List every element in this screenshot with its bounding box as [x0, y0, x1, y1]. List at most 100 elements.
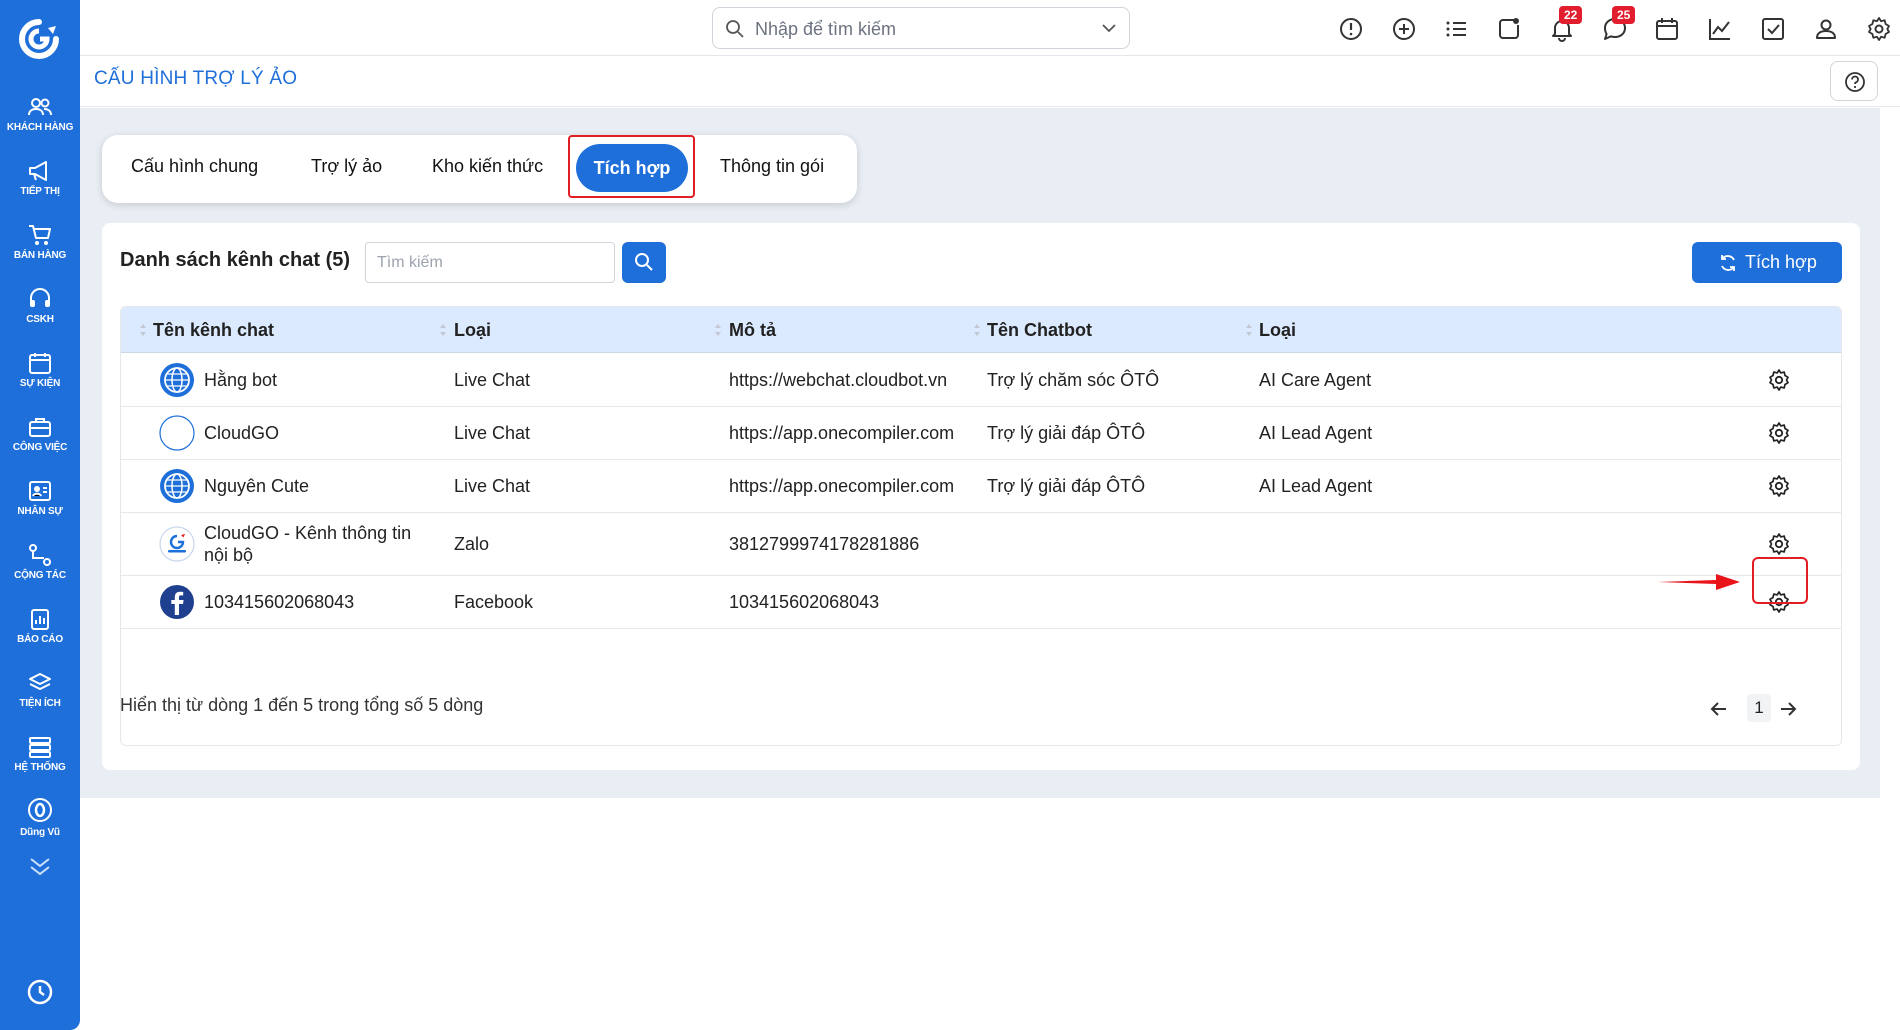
table-row[interactable]: CloudGO Live Chat https://app.onecompile…: [121, 407, 1841, 460]
sidebar-item-utilities[interactable]: TIỆN ÍCH: [0, 672, 80, 709]
sidebar-item-label: Dũng Vũ: [20, 827, 60, 838]
channel-description: https://app.onecompiler.com: [729, 476, 955, 496]
channel-name: Nguyên Cute: [204, 476, 310, 496]
tab-virtual-assistant[interactable]: Trợ lý ảo: [311, 156, 382, 177]
sidebar-item-reports[interactable]: BÁO CÁO: [0, 608, 80, 645]
channel-table: Tên kênh chat Loại Mô tả Tên Chatbot Loạ…: [120, 306, 1842, 746]
table-header: Tên kênh chat Loại Mô tả Tên Chatbot Loạ…: [121, 307, 1841, 353]
header-divider: [80, 106, 1900, 107]
sidebar-item-customers[interactable]: KHÁCH HÀNG: [0, 96, 80, 133]
users-icon: [28, 98, 52, 116]
chevron-double-down-icon[interactable]: [28, 856, 52, 876]
channel-name: 103415602068043: [204, 592, 355, 612]
notification-bell[interactable]: 22: [1549, 6, 1583, 42]
header-chatbot-name[interactable]: Tên Chatbot: [987, 320, 1092, 341]
list-icon[interactable]: [1444, 16, 1470, 42]
sidebar-item-label: CỘNG TÁC: [14, 570, 66, 581]
sort-icon[interactable]: [714, 323, 722, 337]
check-square-icon[interactable]: [1760, 16, 1786, 42]
sort-icon[interactable]: [1245, 323, 1253, 337]
rounded-square-icon[interactable]: [1496, 16, 1522, 42]
chart-line-icon[interactable]: [1707, 16, 1733, 42]
header-agent-type[interactable]: Loại: [1259, 320, 1296, 341]
chevron-down-icon[interactable]: [1101, 22, 1117, 34]
globe-icon: [160, 469, 194, 503]
cloudgo-logo[interactable]: [18, 18, 60, 60]
channel-type: Live Chat: [454, 476, 531, 496]
sidebar-item-tasks[interactable]: CÔNG VIỆC: [0, 416, 80, 453]
integrate-label: Tích hợp: [1745, 252, 1817, 272]
sidebar-item-label: CÔNG VIỆC: [12, 442, 68, 453]
topbar: Nhập để tìm kiếm 22 25: [80, 0, 1900, 56]
sidebar-item-label: NHÂN SỰ: [17, 506, 63, 517]
settings-gear-icon[interactable]: [1767, 532, 1791, 556]
page-number[interactable]: 1: [1747, 694, 1771, 722]
calendar-icon[interactable]: [1654, 16, 1680, 42]
header-channel-name[interactable]: Tên kênh chat: [153, 320, 274, 341]
refresh-icon: [1721, 255, 1735, 271]
agent-type: AI Lead Agent: [1259, 423, 1373, 443]
channel-description: https://app.onecompiler.com: [729, 423, 955, 443]
tab-highlight-box: [568, 135, 695, 198]
tab-package-info[interactable]: Thông tin gói: [720, 156, 824, 177]
sort-icon[interactable]: [139, 323, 147, 337]
tab-general-config[interactable]: Cấu hình chung: [131, 156, 258, 177]
blank-circle-icon: [159, 415, 195, 451]
sidebar-item-marketing[interactable]: TIẾP THỊ: [0, 160, 80, 197]
header-type[interactable]: Loại: [454, 320, 491, 341]
settings-gear-icon[interactable]: [1767, 421, 1791, 445]
table-row[interactable]: Hằng bot Live Chat https://webchat.cloud…: [121, 354, 1841, 407]
red-arrow-icon: [1658, 574, 1740, 590]
arrow-left-icon[interactable]: [1710, 701, 1728, 717]
sidebar-item-hr[interactable]: NHÂN SỰ: [0, 480, 80, 517]
chatbot-name: Trợ lý giải đáp ÔTÔ: [987, 476, 1146, 496]
tab-knowledge-base[interactable]: Kho kiến thức: [432, 156, 543, 177]
channel-search-button[interactable]: [622, 242, 666, 283]
global-search-input[interactable]: Nhập để tìm kiếm: [712, 7, 1130, 49]
channel-type: Facebook: [454, 592, 534, 612]
plus-circle-icon[interactable]: [1391, 16, 1417, 42]
arrow-right-icon[interactable]: [1779, 701, 1797, 717]
table-row[interactable]: CloudGO - Kênh thông tin nội bộ Zalo 381…: [121, 513, 1841, 576]
clock-icon[interactable]: [26, 978, 54, 1006]
id-card-icon: [29, 481, 51, 501]
sidebar-item-sales[interactable]: BÁN HÀNG: [0, 224, 80, 261]
headset-icon: [30, 288, 50, 307]
megaphone-icon: [29, 161, 47, 181]
clipboard-icon: [31, 609, 49, 630]
user-icon[interactable]: [1813, 16, 1839, 42]
channel-search-input[interactable]: Tìm kiếm: [365, 242, 615, 283]
sidebar-item-system[interactable]: HỆ THỐNG: [0, 736, 80, 773]
search-icon: [635, 253, 653, 271]
header-description[interactable]: Mô tả: [729, 320, 776, 341]
channel-description: https://webchat.cloudbot.vn: [729, 370, 948, 390]
integrate-button[interactable]: Tích hợp: [1692, 242, 1842, 283]
briefcase-icon: [29, 418, 51, 437]
channel-name: CloudGO: [204, 423, 280, 443]
sidebar-item-label: TIẾP THỊ: [20, 186, 60, 197]
help-button[interactable]: [1830, 61, 1878, 101]
tab-bar: Cấu hình chung Trợ lý ảo Kho kiến thức T…: [102, 135, 857, 203]
sidebar-item-label: HỆ THỐNG: [14, 762, 66, 773]
notification-badge: 22: [1559, 6, 1583, 24]
channel-description: 103415602068043: [729, 592, 880, 612]
sort-icon[interactable]: [439, 323, 447, 337]
messages-button[interactable]: 25: [1602, 6, 1636, 42]
settings-gear-icon[interactable]: [1767, 368, 1791, 392]
table-row[interactable]: Nguyên Cute Live Chat https://app.onecom…: [121, 460, 1841, 513]
sidebar-item-label: CSKH: [26, 314, 54, 325]
settings-gear-icon[interactable]: [1866, 16, 1892, 42]
channel-search-placeholder: Tìm kiếm: [377, 254, 443, 271]
settings-gear-icon[interactable]: [1767, 474, 1791, 498]
question-circle-icon: [1845, 72, 1865, 92]
sidebar-item-user[interactable]: Dũng Vũ: [0, 797, 80, 838]
sort-icon[interactable]: [973, 323, 981, 337]
sidebar: KHÁCH HÀNG TIẾP THỊ BÁN HÀNG CSKH SỰ KIỆ…: [0, 0, 80, 1030]
cloudgo-logo-icon: [159, 526, 195, 562]
alert-circle-icon[interactable]: [1338, 16, 1364, 42]
sidebar-item-collab[interactable]: CỘNG TÁC: [0, 544, 80, 581]
sidebar-item-cskh[interactable]: CSKH: [0, 288, 80, 325]
chat-channel-card: Danh sách kênh chat (5) Tìm kiếm Tích hợ…: [102, 223, 1860, 770]
table-row[interactable]: 103415602068043 Facebook 103415602068043: [121, 576, 1841, 629]
sidebar-item-events[interactable]: SỰ KIỆN: [0, 352, 80, 389]
